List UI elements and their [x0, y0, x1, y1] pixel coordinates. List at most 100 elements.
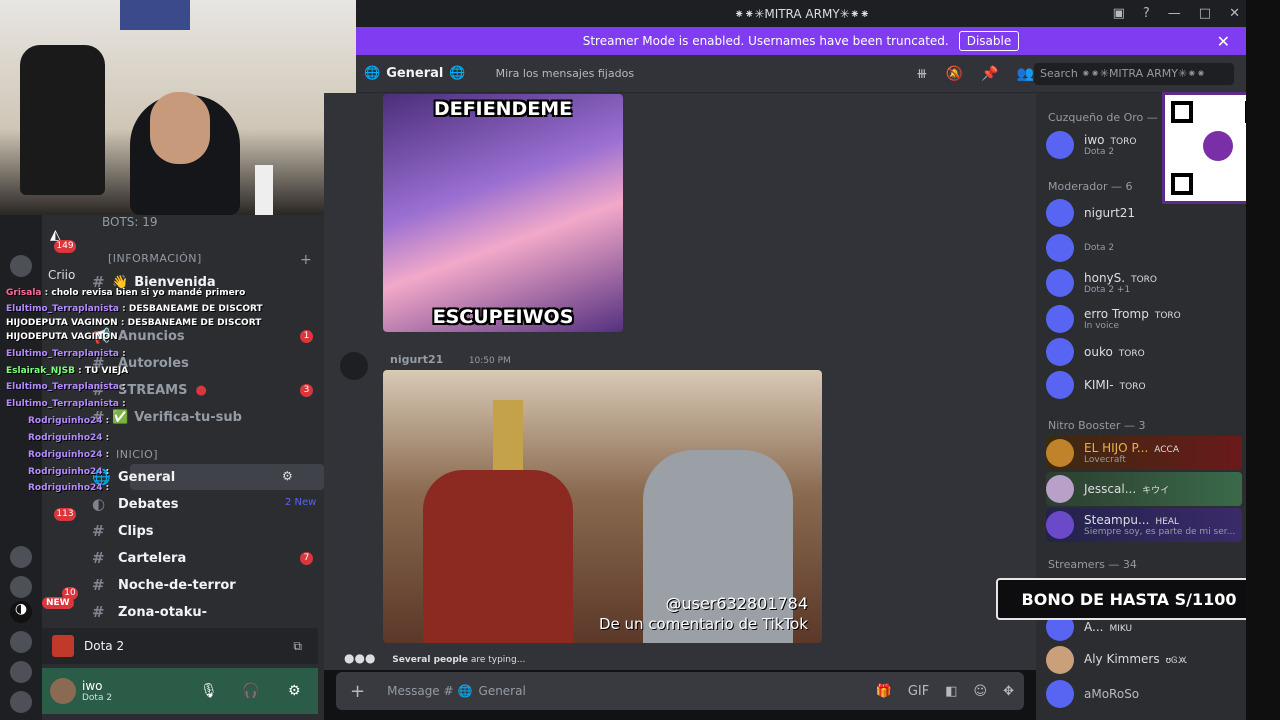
member-row[interactable]: EL HIJO P... ACCA Lovecraft	[1046, 436, 1242, 470]
member-activity: Dota 2	[1084, 243, 1115, 253]
sticker-icon[interactable]: ◧	[945, 684, 957, 699]
add-channel-icon[interactable]: +	[300, 252, 312, 268]
emoji-icon[interactable]: ☺	[974, 684, 988, 699]
search-input[interactable]: Search ⁕⁕✳MITRA ARMY✳⁕⁕	[1034, 63, 1234, 85]
member-row[interactable]: ouko TORO	[1046, 335, 1242, 369]
stream-chat-line: Rodriguinho24 :	[28, 450, 110, 460]
member-row[interactable]: aMoRoSo	[1046, 677, 1242, 711]
headphones-icon[interactable]: 🎧	[242, 683, 259, 699]
thread-icon: ◐	[92, 495, 106, 513]
channel-label: Cartelera	[118, 550, 187, 566]
typing-users: Several people	[392, 655, 468, 665]
stream-chat-line: Elultimo_Terraplanista : DESBANEAME DE D…	[6, 304, 263, 314]
member-row[interactable]: Steampu... HEAL Siempre soy, es parte de m…	[1046, 508, 1242, 542]
server-icon[interactable]	[10, 631, 32, 653]
member-name: Aly Kimmers	[1084, 652, 1160, 666]
qr-finder	[1171, 173, 1193, 195]
channel-zona-otaku[interactable]: # Zona-otaku-	[92, 601, 207, 623]
member-row[interactable]: Jesscal... キウイ	[1046, 472, 1242, 506]
server-icon[interactable]	[10, 546, 32, 568]
mute-icon[interactable]: 🔕	[946, 66, 963, 82]
gear-icon[interactable]: ⚙	[288, 683, 301, 699]
members-icon[interactable]: 👥	[1017, 66, 1034, 82]
mention-badge: 113	[54, 508, 76, 521]
timestamp: 10:50 PM	[468, 356, 511, 366]
screen-share-icon[interactable]: ⧉	[293, 639, 302, 654]
typing-suffix: are typing...	[470, 655, 526, 665]
close-icon[interactable]: ✕	[1217, 32, 1230, 51]
hash-icon: #	[92, 576, 105, 594]
new-badge: NEW	[42, 597, 74, 609]
member-row[interactable]: erro Tromp TORO In voice	[1046, 302, 1242, 336]
meme-image[interactable]: DEFIENDEME ESCUPEIWOS	[383, 94, 623, 332]
stream-chat-line: Rodriguinho24 :	[28, 467, 110, 477]
member-name: nigurt21	[1084, 206, 1136, 220]
role-tag: ACCA	[1154, 445, 1179, 455]
threads-icon[interactable]: ⧻	[916, 66, 928, 82]
member-row[interactable]: Dota 2	[1046, 231, 1242, 265]
composer-channel: General	[478, 684, 526, 698]
watermark-user: @user632801784	[665, 594, 808, 613]
add-attachment-icon[interactable]: +	[350, 681, 365, 702]
member-row[interactable]: KIMI- TORO	[1046, 368, 1242, 402]
pin-icon[interactable]: 📌	[981, 66, 998, 82]
channel-verifica[interactable]: # ✅ Verifica-tu-sub	[92, 406, 242, 428]
minimize-icon[interactable]: —	[1168, 6, 1181, 21]
avatar	[1046, 234, 1074, 262]
apps-icon[interactable]: ✥	[1003, 684, 1014, 699]
help-icon[interactable]: ?	[1143, 6, 1150, 21]
settings-icon[interactable]: ⚙	[282, 469, 293, 483]
server-icon[interactable]	[10, 691, 32, 713]
stream-edge	[1246, 0, 1280, 720]
role-tag: ʊᎶ🝪	[1165, 656, 1188, 666]
channel-topic[interactable]: Mira los mensajes fijados	[496, 67, 634, 80]
avatar	[1046, 439, 1074, 467]
stream-chat-line: Elultimo_Terraplanista :	[6, 382, 126, 392]
kneeling-figure	[423, 470, 573, 643]
attachment-image[interactable]: @user632801784 De un comentario de TikTo…	[383, 370, 822, 643]
channel-noche-de-terror[interactable]: # Noche-de-terror	[92, 574, 236, 596]
role-tag: キウイ	[1142, 486, 1170, 496]
server-icon[interactable]	[10, 576, 32, 598]
member-row[interactable]: honyS. TORO Dota 2 +1	[1046, 266, 1242, 300]
channel-label: Anuncios	[118, 328, 185, 344]
member-row[interactable]: Aly Kimmers ʊᎶ🝪	[1046, 643, 1242, 677]
role-tag: TORO	[1154, 311, 1181, 321]
avatar[interactable]	[340, 352, 368, 380]
inbox-icon[interactable]: ▣	[1113, 6, 1125, 21]
stream-chat-line: Elultimo_Terraplanista :	[6, 399, 126, 409]
close-icon[interactable]: ✕	[1229, 6, 1240, 21]
new-messages-label: 2 New	[285, 497, 317, 508]
unread-badge: 1	[300, 330, 313, 343]
server-icon[interactable]	[10, 661, 32, 683]
message-composer[interactable]: + Message # 🌐 General 🎁 GIF ◧ ☺ ✥	[336, 672, 1024, 710]
qr-finder	[1171, 101, 1193, 123]
server-icon[interactable]: ◑	[10, 601, 32, 623]
author-name[interactable]: nigurt21	[390, 353, 443, 366]
member-activity: Siempre soy, es parte de mi ser...	[1084, 527, 1236, 537]
bots-count: BOTS: 19	[102, 215, 158, 229]
category-informacion[interactable]: [INFORMACIÓN]	[108, 252, 202, 265]
channel-clips[interactable]: # Clips	[92, 520, 154, 542]
globe-icon: 🌐	[457, 684, 473, 698]
window-title: ⁕⁕✳MITRA ARMY✳⁕⁕	[734, 6, 870, 21]
activity-bar[interactable]: Dota 2 ⧉	[42, 628, 318, 664]
channel-debates[interactable]: ◐ Debates	[92, 493, 178, 515]
channel-cartelera[interactable]: # Cartelera	[92, 547, 186, 569]
category-inicio[interactable]: INICIO]	[116, 448, 158, 461]
channel-label: Verifica-tu-sub	[134, 409, 242, 425]
role-tag: HEAL	[1155, 517, 1180, 527]
maximize-icon[interactable]: □	[1199, 6, 1211, 21]
avatar	[1046, 305, 1074, 333]
gift-icon[interactable]: 🎁	[876, 684, 892, 699]
disable-button[interactable]: Disable	[958, 31, 1020, 51]
server-icon[interactable]	[10, 255, 32, 277]
check-icon: ✅	[112, 409, 129, 425]
member-activity: In voice	[1084, 321, 1120, 331]
gif-icon[interactable]: GIF	[908, 684, 929, 699]
meme-top-text: DEFIENDEME	[433, 98, 573, 120]
avatar[interactable]	[50, 678, 76, 704]
hash-icon: #	[92, 549, 105, 567]
stream-chat-line: HIJODEPUTA VAGINON : DESBANEAME DE DISCO…	[6, 318, 262, 328]
microphone-icon[interactable]: 🎙	[200, 683, 218, 699]
